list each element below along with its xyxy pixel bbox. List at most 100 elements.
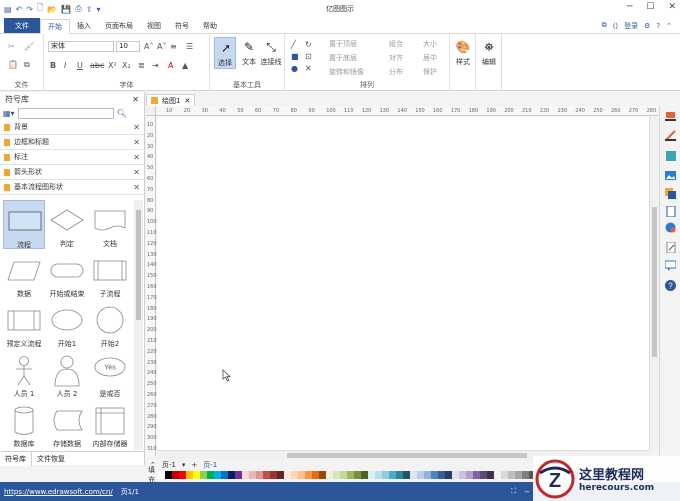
library-close-icon[interactable]: ✕	[132, 95, 139, 104]
color-swatch[interactable]	[291, 471, 298, 479]
align-icon[interactable]: ≣	[138, 61, 145, 70]
color-swatch[interactable]	[186, 471, 193, 479]
style-button[interactable]: 🎨 样式	[452, 37, 474, 67]
ellipse-tool-icon[interactable]: ●	[291, 64, 298, 73]
color-swatch[interactable]	[382, 471, 389, 479]
color-swatch[interactable]	[368, 471, 375, 479]
color-swatch[interactable]	[480, 471, 487, 479]
select-tool-button[interactable]: ➚ 选择	[214, 37, 236, 69]
font-size-select[interactable]: 10	[116, 41, 140, 52]
close-icon[interactable]: ✕	[133, 183, 140, 192]
line-spacing-icon[interactable]: ≡	[170, 42, 177, 51]
shape-person-1[interactable]: 人员 1	[3, 350, 45, 399]
grow-font-icon[interactable]: A˄	[144, 42, 153, 51]
color-swatch[interactable]	[263, 471, 270, 479]
tab-file[interactable]: 文件	[4, 18, 40, 33]
color-swatch[interactable]	[438, 471, 445, 479]
tab-insert[interactable]: 插入	[70, 18, 98, 33]
page-dropdown-icon[interactable]: ▾	[182, 461, 186, 469]
document-edit-icon[interactable]	[665, 242, 676, 253]
library-menu-icon[interactable]: ▦▾	[3, 109, 15, 118]
font-color-icon[interactable]: A	[168, 61, 173, 70]
color-swatch[interactable]	[256, 471, 263, 479]
category-basic-flowchart[interactable]: 基本流程图形状 ✕	[0, 180, 144, 195]
group-button[interactable]: 组合	[389, 39, 403, 49]
text-direction-icon[interactable]: ⇥	[152, 61, 159, 70]
tab-file-recovery[interactable]: 文件恢复	[32, 452, 70, 466]
tab-view[interactable]: 视图	[140, 18, 168, 33]
color-swatch[interactable]	[172, 471, 179, 479]
shape-terminator[interactable]: 开始或结束	[46, 250, 88, 299]
center-button[interactable]: 居中	[423, 53, 437, 63]
tab-symbol-library[interactable]: 符号库	[0, 451, 32, 466]
color-swatch[interactable]	[235, 471, 242, 479]
color-swatch[interactable]	[340, 471, 347, 479]
align-button[interactable]: 对齐	[389, 53, 403, 63]
library-search-input[interactable]	[17, 107, 114, 119]
color-swatch[interactable]	[305, 471, 312, 479]
shrink-font-icon[interactable]: A˅	[157, 42, 166, 51]
color-swatch[interactable]	[417, 471, 424, 479]
shape-subprocess[interactable]: 子流程	[89, 250, 131, 299]
color-swatch[interactable]	[494, 471, 501, 479]
shape-person-2[interactable]: 人员 2	[46, 350, 88, 399]
library-scroll-thumb[interactable]	[136, 210, 141, 320]
shape-start-1[interactable]: 开始1	[46, 300, 88, 349]
document-close-icon[interactable]: ✕	[184, 97, 190, 105]
color-swatch[interactable]	[298, 471, 305, 479]
globe-icon[interactable]	[665, 222, 676, 233]
color-swatch[interactable]	[312, 471, 319, 479]
library-scrollbar[interactable]	[134, 200, 143, 450]
color-swatch[interactable]	[522, 471, 529, 479]
shape-predefined-process[interactable]: 预定义流程	[3, 300, 45, 349]
connector-tool-button[interactable]: ⤡ 连接线	[260, 37, 282, 67]
color-swatch[interactable]	[452, 471, 459, 479]
tab-page-layout[interactable]: 页面布局	[98, 18, 140, 33]
horizontal-scroll-thumb[interactable]	[287, 453, 527, 458]
color-swatch[interactable]	[501, 471, 508, 479]
color-swatch[interactable]	[445, 471, 452, 479]
feedback-icon[interactable]: ⧉	[602, 21, 607, 30]
line-style-icon[interactable]	[665, 130, 676, 141]
color-swatch[interactable]	[326, 471, 333, 479]
page-tab[interactable]: 页-1	[203, 460, 217, 470]
color-swatch[interactable]	[487, 471, 494, 479]
color-swatch[interactable]	[179, 471, 186, 479]
shape-start-2[interactable]: 开始2	[89, 300, 131, 349]
color-swatch[interactable]	[431, 471, 438, 479]
shape-decision[interactable]: 判定	[46, 200, 88, 249]
collapse-ribbon-icon[interactable]: ⌃	[666, 22, 672, 30]
color-swatch[interactable]	[515, 471, 522, 479]
search-icon[interactable]: 🔍︎	[117, 109, 127, 118]
color-swatch[interactable]	[228, 471, 235, 479]
close-icon[interactable]: ✕	[133, 123, 140, 132]
highlight-icon[interactable]: ▲	[182, 61, 188, 70]
bring-front-button[interactable]: 置于顶层	[329, 39, 357, 49]
color-swatch[interactable]	[249, 471, 256, 479]
format-painter-icon[interactable]: 🖌	[24, 42, 34, 51]
color-swatch[interactable]	[158, 471, 165, 479]
color-swatch[interactable]	[319, 471, 326, 479]
category-background[interactable]: 背景 ✕	[0, 120, 144, 135]
add-page-icon[interactable]: +	[191, 461, 197, 469]
login-link[interactable]: 登录	[624, 21, 638, 31]
comment-icon[interactable]	[665, 260, 676, 271]
color-swatch[interactable]	[193, 471, 200, 479]
font-name-select[interactable]: 宋体	[48, 41, 114, 52]
color-swatch[interactable]	[410, 471, 417, 479]
text-tool-button[interactable]: ✎ 文本	[238, 37, 260, 67]
color-swatch[interactable]	[403, 471, 410, 479]
document-tab[interactable]: 绘图1 ✕	[146, 94, 196, 106]
tab-home[interactable]: 开始	[40, 19, 70, 34]
tab-help[interactable]: 帮助	[196, 18, 224, 33]
underline-icon[interactable]: U	[77, 61, 83, 70]
page-select[interactable]: 页-1	[162, 460, 176, 470]
zoom-out-icon[interactable]: −	[524, 488, 530, 496]
page-icon[interactable]	[665, 206, 676, 217]
fill-bucket-icon[interactable]	[665, 110, 676, 121]
vertical-scrollbar[interactable]	[649, 117, 658, 450]
rotate-mirror-button[interactable]: 旋转和镜像	[329, 67, 364, 77]
distribute-button[interactable]: 分布	[389, 67, 403, 77]
color-swatch[interactable]	[396, 471, 403, 479]
subscript-icon[interactable]: X₂	[122, 61, 131, 70]
